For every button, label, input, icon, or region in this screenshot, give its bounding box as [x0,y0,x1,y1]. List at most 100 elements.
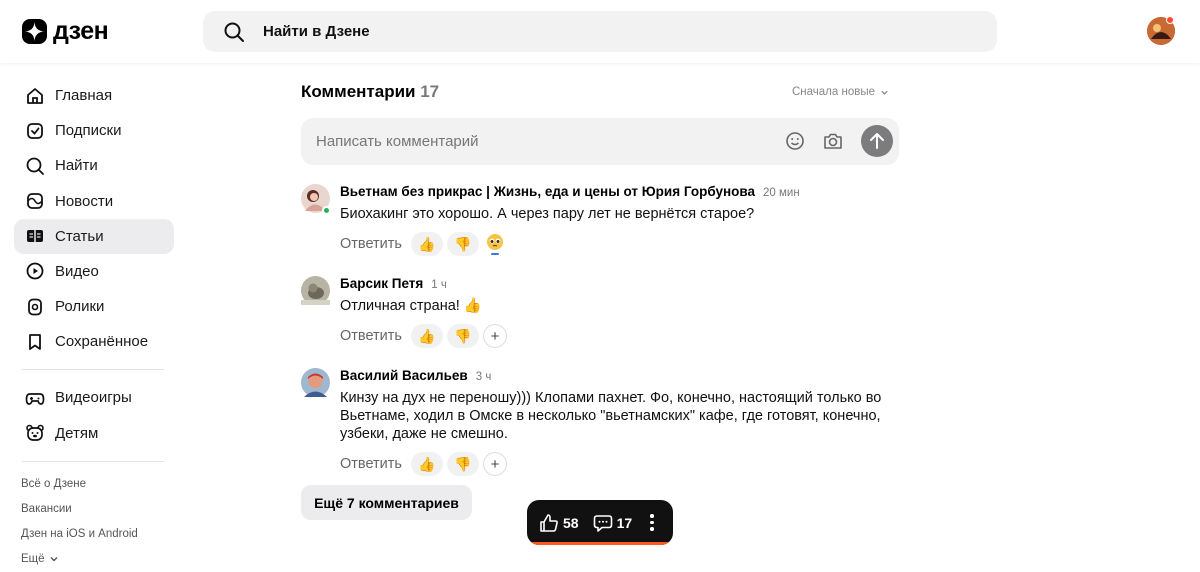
notification-dot [1166,16,1174,24]
articles-icon [25,226,45,246]
sort-label: Сначала новые [791,86,875,98]
thumbs-up-icon: 👍 [418,455,436,472]
thumbs-up-icon: 👍 [418,235,436,252]
like-button[interactable]: 👍 [410,232,443,256]
thumbs-down-icon: 👎 [454,327,472,344]
reply-button[interactable]: Ответить [340,236,402,252]
thumbs-down-icon: 👎 [454,235,472,252]
like-counter-button[interactable]: 58 [539,513,579,533]
compose-tools [783,125,893,157]
comment-time: 1 ч [431,279,447,291]
comment-avatar[interactable] [301,276,330,305]
sidebar-item-shorts[interactable]: Ролики [14,289,174,324]
footer-link-jobs[interactable]: Вакансии [14,497,174,522]
comment-bubble-icon [593,514,612,532]
comment-item: Вьетнам без прикрас | Жизнь, еда и цены … [301,184,899,256]
sidebar-item-search[interactable]: Найти [14,148,174,183]
comment-author[interactable]: Барсик Петя [340,276,423,291]
comment-actions: Ответить 👍 👎 + [340,324,899,348]
more-options-icon[interactable] [650,514,654,531]
add-reaction-button[interactable]: + [482,324,507,348]
search-bar[interactable] [203,11,997,52]
sort-dropdown[interactable]: Сначала новые [792,86,889,98]
dzen-logo[interactable]: дзен [22,19,109,44]
more-comments-button[interactable]: Ещё 7 комментариев [301,485,472,520]
sidebar-item-games[interactable]: Видеоигры [14,380,174,415]
comments-header: Комментарии 17 Сначала новые [301,78,899,106]
subscriptions-icon [25,121,45,141]
sidebar-item-label: Ролики [55,298,105,316]
thumbs-up-icon: 👍 [418,327,436,344]
sidebar-item-saved[interactable]: Сохранённое [14,324,174,359]
thumbs-up-icon [540,513,558,532]
sidebar-item-news[interactable]: Новости [14,184,174,219]
comment-counter-button[interactable]: 17 [593,513,633,533]
like-count: 58 [563,514,579,531]
dzen-logo-icon [22,19,47,44]
kids-icon [25,423,45,443]
dislike-button[interactable]: 👎 [446,324,479,348]
sidebar-item-label: Детям [55,424,99,442]
emoji-icon[interactable] [783,129,807,153]
camera-icon[interactable] [821,129,845,153]
comments-count: 17 [420,82,440,101]
home-icon [25,86,45,106]
sidebar-item-home[interactable]: Главная [14,78,174,113]
reply-button[interactable]: Ответить [340,456,402,472]
chevron-down-icon [50,557,58,562]
video-icon [25,261,45,281]
comment-item: Василий Васильев 3 ч Кинзу на дух не пер… [301,368,899,476]
send-button[interactable] [861,125,893,157]
search-input[interactable] [263,23,863,40]
gamepad-icon [25,388,45,408]
chevron-down-icon [881,90,888,95]
dislike-button[interactable]: 👎 [446,452,479,476]
sidebar: Главная Подписки Найти Новости Статьи Ви… [14,78,174,572]
add-reaction-button[interactable]: + [482,452,507,476]
plus-icon: + [490,327,500,345]
reading-progress-bar [527,542,673,545]
like-button[interactable]: 👍 [410,324,443,348]
sidebar-item-label: Новости [55,192,114,210]
sidebar-divider [22,460,164,462]
sidebar-item-video[interactable]: Видео [14,254,174,289]
sidebar-item-label: Сохранённое [55,333,149,351]
shorts-icon [25,297,45,317]
comment-count: 17 [616,514,633,531]
footer-more-label: Ещё [21,552,45,565]
comment-meta: Барсик Петя 1 ч [340,276,899,294]
comment-meta: Вьетнам без прикрас | Жизнь, еда и цены … [340,184,899,202]
online-indicator [322,206,331,215]
comment-time: 3 ч [475,371,492,383]
comment-compose[interactable] [301,118,899,165]
dislike-button[interactable]: 👎 [446,232,479,256]
comment-author[interactable]: Василий Васильев [340,368,468,383]
sidebar-item-label: Подписки [55,122,122,140]
floating-action-bar: 58 17 [527,500,673,545]
comment-author[interactable]: Вьетнам без прикрас | Жизнь, еда и цены … [340,184,755,199]
search-icon [224,22,244,42]
search-icon [25,156,45,176]
comment-time: 20 мин [763,187,800,199]
footer-link-about[interactable]: Всё о Дзене [14,472,174,497]
sidebar-item-articles[interactable]: Статьи [14,218,174,254]
comment-avatar[interactable] [301,368,330,397]
comment-text: Отличная страна! 👍 [340,298,482,314]
comment-text: Кинзу на дух не переношу))) Клопами пахн… [340,390,882,442]
top-header: дзен [0,0,1200,63]
reply-button[interactable]: Ответить [340,328,402,344]
comment-item: Барсик Петя 1 ч Отличная страна! 👍 Ответ… [301,276,899,348]
sidebar-item-subscriptions[interactable]: Подписки [14,113,174,148]
sidebar-item-kids[interactable]: Детям [14,416,174,451]
sidebar-divider [22,369,164,371]
footer-link-apps[interactable]: Дзен на iOS и Android [14,522,174,547]
emoji-reaction[interactable] [483,232,507,256]
like-button[interactable]: 👍 [410,452,443,476]
sidebar-item-label: Статьи [55,227,104,245]
footer-link-more[interactable]: Ещё [14,547,174,572]
bookmark-icon [25,332,45,352]
sidebar-item-label: Видеоигры [55,389,132,407]
comments-title-text: Комментарии [301,82,416,101]
comment-meta: Василий Васильев 3 ч [340,368,899,386]
comment-input[interactable] [316,133,766,150]
